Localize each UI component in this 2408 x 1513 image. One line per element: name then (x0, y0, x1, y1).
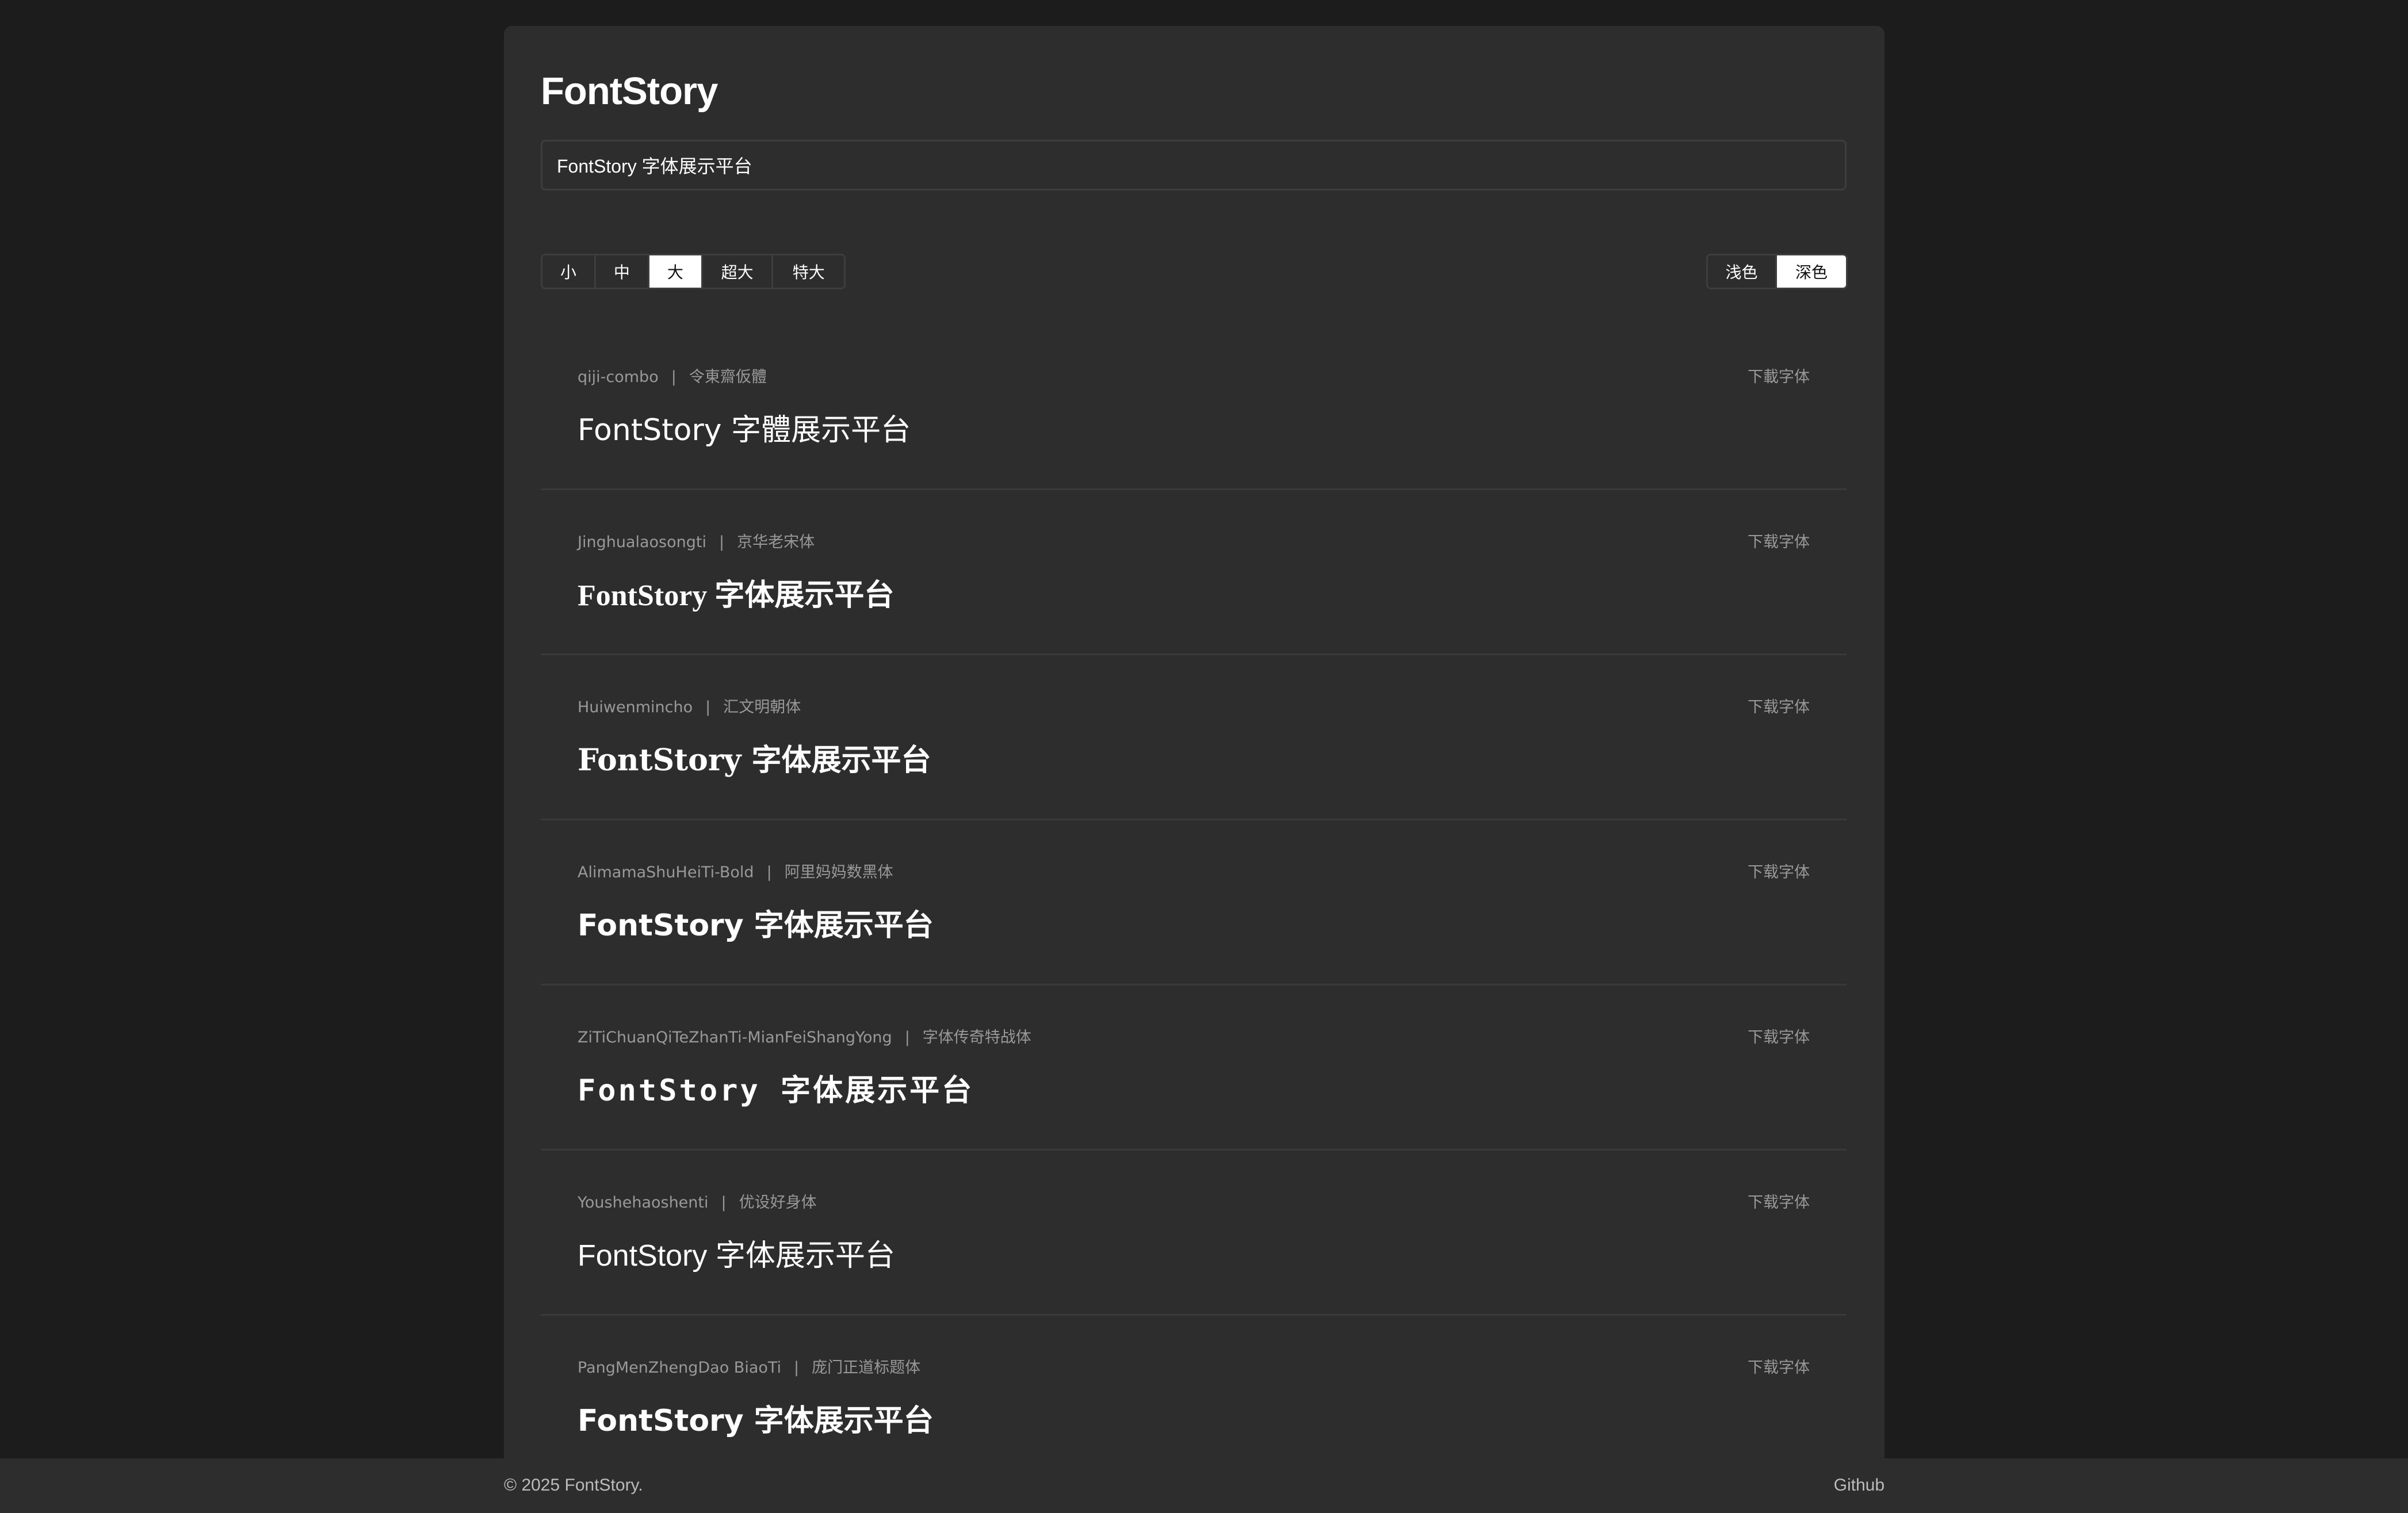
theme-button-light[interactable]: 浅色 (1708, 255, 1778, 288)
font-preview: FontStory 字體展示平台 (578, 413, 911, 448)
meta-separator: | (671, 368, 676, 386)
brand-title: FontStory (541, 70, 718, 113)
font-cn-name: 京华老宋体 (737, 533, 815, 551)
font-meta: Huiwenmincho | 汇文明朝体 (578, 694, 801, 717)
font-preview: FontStory 字体展示平台 (578, 1073, 974, 1108)
font-item: Jinghualaosongti | 京华老宋体 下载字体 FontStory 字体… (541, 490, 1847, 655)
size-button-xlarge[interactable]: 超大 (702, 255, 774, 288)
font-meta: ZiTiChuanQiTeZhanTi-MianFeiShangYong | 字体传… (578, 1025, 1031, 1047)
font-cn-name: 优设好身体 (739, 1194, 817, 1212)
main-card: FontStory 小 中 大 超大 特大 浅色 深色 qiji-combo | 令… (504, 26, 1885, 1458)
font-item: qiji-combo | 令東齋仮體 下載字体 FontStory 字體展示平台 (541, 325, 1847, 490)
font-name: Jinghualaosongti (578, 533, 706, 551)
size-button-large[interactable]: 大 (649, 255, 703, 288)
download-font-link[interactable]: 下載字体 (1748, 364, 1810, 387)
font-meta: Youshehaoshenti | 优设好身体 (578, 1190, 817, 1212)
theme-selector: 浅色 深色 (1706, 254, 1848, 289)
font-item: ZiTiChuanQiTeZhanTi-MianFeiShangYong | 字体传… (541, 985, 1847, 1151)
font-item: Huiwenmincho | 汇文明朝体 下载字体 FontStory 字体展示平台 (541, 655, 1847, 820)
font-list: qiji-combo | 令東齋仮體 下載字体 FontStory 字體展示平台 J… (541, 325, 1847, 1458)
download-font-link[interactable]: 下载字体 (1748, 529, 1810, 552)
font-cn-name: 庞门正道标题体 (812, 1359, 921, 1377)
font-item: Youshehaoshenti | 优设好身体 下载字体 FontStory 字体展… (541, 1151, 1847, 1316)
preview-text-input[interactable] (541, 140, 1847, 190)
download-font-link[interactable]: 下载字体 (1748, 1190, 1810, 1212)
font-meta: Jinghualaosongti | 京华老宋体 (578, 529, 815, 552)
download-font-link[interactable]: 下载字体 (1748, 1025, 1810, 1047)
download-font-link[interactable]: 下载字体 (1748, 1355, 1810, 1377)
font-preview: FontStory 字体展示平台 (578, 908, 934, 943)
footer: © 2025 FontStory. Github (0, 1458, 2408, 1513)
font-cn-name: 字体传奇特战体 (922, 1029, 1031, 1046)
font-cn-name: 汇文明朝体 (723, 698, 801, 716)
copyright-text: © 2025 FontStory. (504, 1476, 643, 1495)
font-meta: PangMenZhengDao BiaoTi | 庞门正道标题体 (578, 1355, 920, 1377)
font-name: ZiTiChuanQiTeZhanTi-MianFeiShangYong (578, 1029, 892, 1046)
font-meta: qiji-combo | 令東齋仮體 (578, 364, 767, 387)
theme-button-dark[interactable]: 深色 (1777, 255, 1846, 288)
font-meta: AlimamaShuHeiTi-Bold | 阿里妈妈数黑体 (578, 859, 893, 882)
font-item: PangMenZhengDao BiaoTi | 庞门正道标题体 下载字体 Font… (541, 1316, 1847, 1458)
meta-separator: | (794, 1359, 800, 1377)
font-preview: FontStory 字体展示平台 (578, 1404, 934, 1438)
font-name: AlimamaShuHeiTi-Bold (578, 864, 754, 881)
font-name: qiji-combo (578, 368, 659, 386)
font-preview: FontStory 字体展示平台 (578, 743, 931, 778)
font-name: PangMenZhengDao BiaoTi (578, 1359, 782, 1377)
download-font-link[interactable]: 下载字体 (1748, 694, 1810, 717)
meta-separator: | (766, 864, 772, 881)
download-font-link[interactable]: 下载字体 (1748, 859, 1810, 882)
size-button-small[interactable]: 小 (542, 255, 596, 288)
meta-separator: | (718, 533, 725, 551)
font-name: Youshehaoshenti (578, 1194, 709, 1212)
meta-separator: | (705, 698, 711, 716)
size-selector: 小 中 大 超大 特大 (541, 254, 846, 289)
font-item: AlimamaShuHeiTi-Bold | 阿里妈妈数黑体 下载字体 FontSt… (541, 820, 1847, 985)
github-link[interactable]: Github (1834, 1476, 1885, 1495)
font-preview: FontStory 字体展示平台 (578, 1239, 895, 1273)
font-name: Huiwenmincho (578, 698, 693, 716)
meta-separator: | (904, 1029, 910, 1046)
meta-separator: | (721, 1194, 727, 1212)
font-cn-name: 令東齋仮體 (689, 368, 767, 386)
size-button-xxlarge[interactable]: 特大 (773, 255, 844, 288)
size-button-medium[interactable]: 中 (595, 255, 649, 288)
font-preview: FontStory 字体展示平台 (578, 579, 895, 612)
font-cn-name: 阿里妈妈数黑体 (784, 864, 893, 881)
